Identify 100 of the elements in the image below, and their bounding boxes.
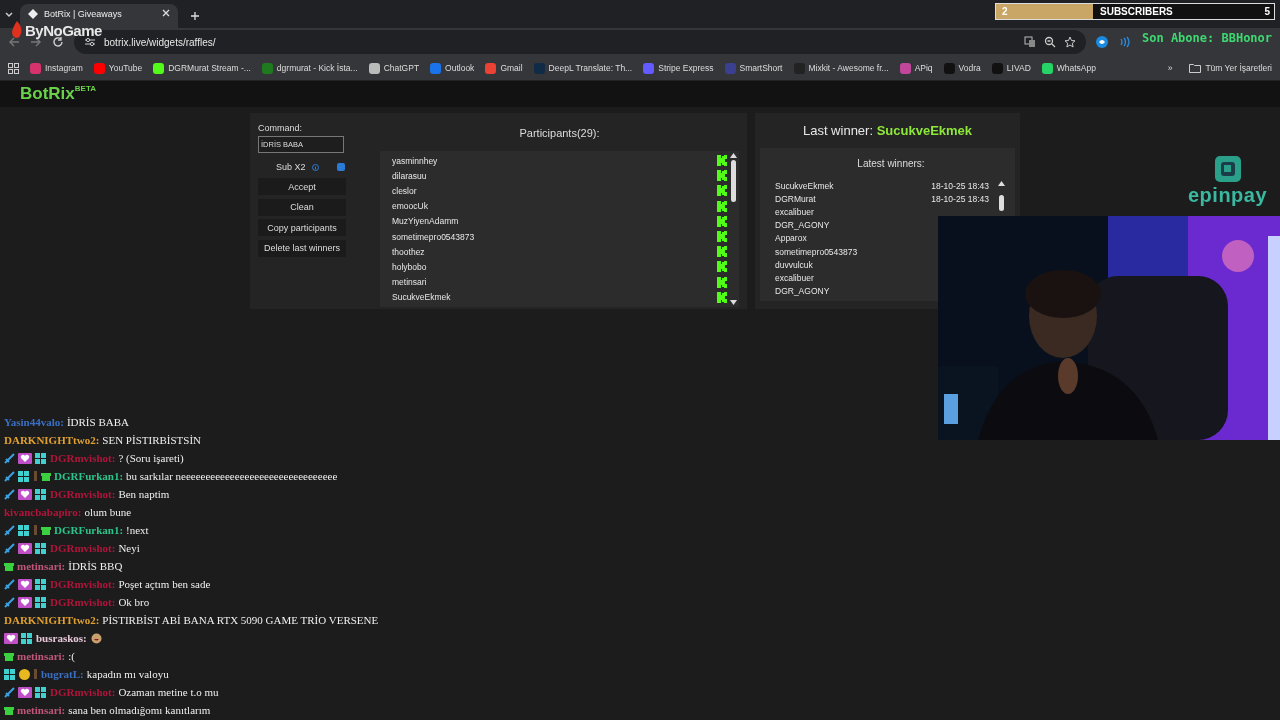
bookmark[interactable]: dgrmurat - Kick İsta...: [261, 62, 358, 74]
bookmark[interactable]: Vodra: [943, 62, 981, 74]
translate-icon[interactable]: [1024, 36, 1036, 48]
bookmark[interactable]: SmartShort: [724, 62, 783, 74]
scroll-up-icon[interactable]: [997, 181, 1005, 186]
last-winner-text: Last winner: SucukveEkmek: [801, 122, 974, 140]
close-icon[interactable]: [162, 9, 170, 17]
bookmark[interactable]: Instagram: [30, 62, 83, 74]
chat-username: DGRmvishot:: [50, 488, 116, 500]
sword-icon: [4, 488, 15, 500]
winner-date: 18-10-25 18:43: [931, 180, 989, 191]
accept-button[interactable]: Accept: [258, 178, 346, 195]
participant-name: MuzYiyenAdamm: [392, 216, 460, 227]
heart-badge-icon: [18, 542, 32, 554]
back-icon[interactable]: [8, 36, 20, 48]
bookmark[interactable]: Gmail: [485, 62, 523, 74]
folder-icon: [1189, 63, 1202, 73]
winner-name: Apparox: [775, 233, 808, 244]
chat-message: bu sarkılar neeeeeeeeeeeeeeeeeeeeeeeeeeeeeeee: [126, 470, 338, 482]
signal-waves-icon[interactable]: [1118, 36, 1130, 48]
subscriber-goal-target: 5: [1264, 6, 1270, 17]
chat-username: bugratL:: [41, 668, 84, 680]
participants-title: Participants(29):: [518, 126, 601, 141]
pixel-badge-icon: [21, 632, 33, 644]
sub-x2-checkbox[interactable]: [336, 163, 345, 171]
bookmark[interactable]: DeepL Translate: Th...: [533, 62, 633, 74]
gift-icon: [4, 651, 14, 661]
bookmark[interactable]: YouTube: [93, 62, 143, 74]
copy-participants-button[interactable]: Copy participants: [258, 219, 346, 236]
extension-icon[interactable]: [1096, 36, 1108, 48]
pixel-badge-icon: [35, 452, 47, 464]
bookmark[interactable]: Mixkit - Awesome fr...: [793, 62, 889, 74]
subscriber-goal-label: SUBSCRIBERS: [1100, 6, 1173, 17]
chat-username: DGRmvishot:: [50, 596, 116, 608]
bookmark[interactable]: ChatGPT: [368, 62, 420, 74]
scroll-up-icon[interactable]: [729, 153, 737, 158]
pixel-badge-icon: [4, 668, 16, 680]
chat-username: DGRmvishot:: [50, 578, 116, 590]
bookmark[interactable]: WhatsApp: [1041, 62, 1096, 74]
winner-name: excalibuer: [775, 206, 815, 217]
pixel-badge-icon: [35, 686, 47, 698]
scroll-down-icon[interactable]: [729, 300, 737, 305]
chat-message: !next: [126, 524, 149, 536]
winner-name: DGRMurat: [775, 193, 817, 204]
heart-badge-icon: [18, 686, 32, 698]
sword-icon: [4, 452, 15, 464]
all-bookmarks[interactable]: Tüm Yer İşaretleri: [1189, 63, 1272, 73]
apps-grid-icon[interactable]: [8, 62, 19, 74]
chat-username: DARKNIGHTtwo2:: [4, 434, 100, 446]
flame-icon: [10, 21, 24, 39]
sword-icon: [4, 578, 15, 590]
chat-message: ? (Soru işareti): [118, 452, 184, 464]
chat-message: İDRİS BBQ: [68, 560, 123, 572]
chat-username: DARKNIGHTtwo2:: [4, 614, 100, 626]
chat-message: SEN PİSTIRBİSTSİN: [102, 434, 202, 446]
kick-icon: [717, 231, 727, 243]
sword-icon: [4, 686, 15, 698]
bookmark[interactable]: APiq: [899, 62, 933, 74]
chat-username: Yasin44valo:: [4, 416, 64, 428]
sword-icon: [4, 542, 15, 554]
sword-icon: [4, 524, 15, 536]
bookmark[interactable]: LIVAD: [991, 62, 1031, 74]
sword-icon: [4, 596, 15, 608]
coin-icon: [19, 668, 30, 680]
clean-button[interactable]: Clean: [258, 198, 346, 216]
chat-username: DGRFurkan1:: [54, 470, 124, 482]
zoom-icon[interactable]: [1044, 36, 1056, 48]
heart-badge-icon: [18, 452, 32, 464]
bookmark[interactable]: Outlook: [430, 62, 475, 74]
gift-icon: [4, 705, 14, 715]
info-icon[interactable]: [311, 163, 319, 171]
bookmark[interactable]: DGRMurat Stream -...: [153, 62, 251, 74]
delete-winners-button[interactable]: Delete last winners: [258, 239, 346, 257]
heart-badge-icon: [18, 578, 32, 590]
chat-username: busraskos:: [36, 632, 87, 644]
gift-icon: [41, 471, 51, 481]
scrollbar[interactable]: [727, 151, 739, 307]
participant-name: SucukveEkmek: [392, 292, 452, 303]
bookmark[interactable]: Stripe Express: [643, 62, 714, 74]
kick-icon: [717, 155, 727, 167]
chat-username: kivancbabapiro:: [4, 506, 82, 518]
chat-message: PİSTIRBİST ABİ BANA RTX 5090 GAME TRİO VERSENE: [102, 614, 379, 626]
site-settings-icon[interactable]: [84, 37, 96, 47]
chat-username: metinsari:: [17, 560, 66, 572]
chat-message: Poşet açtım ben sade: [118, 578, 211, 590]
star-icon[interactable]: [1064, 36, 1076, 48]
kick-icon: [717, 170, 727, 182]
pixel-badge-icon: [18, 524, 30, 536]
more-bookmarks-button[interactable]: »: [1167, 63, 1173, 73]
gift-icon: [4, 561, 14, 571]
chat-message: Ok bro: [118, 596, 150, 608]
participant-name: sometimepro0543873: [392, 231, 476, 242]
tab-list-icon[interactable]: [4, 10, 14, 20]
new-tab-icon[interactable]: [190, 11, 200, 21]
chat-username: DGRmvishot:: [50, 452, 116, 464]
kick-icon: [717, 291, 727, 303]
botrix-logo[interactable]: BotRix: [20, 84, 75, 104]
latest-winners-title: Latest winners:: [856, 157, 926, 171]
subscriber-count: 2: [1002, 6, 1008, 17]
pixel-badge-icon: [18, 470, 30, 482]
